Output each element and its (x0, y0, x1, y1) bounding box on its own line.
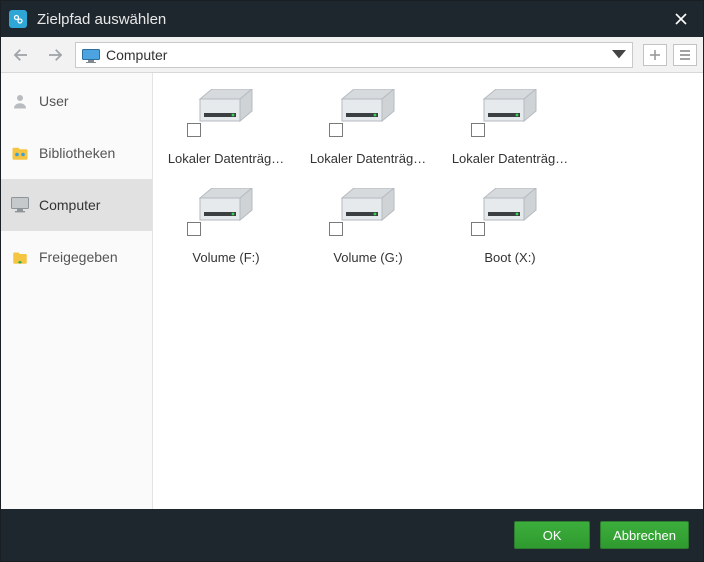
drive-label: Lokaler Datenträg… (452, 151, 568, 166)
close-button[interactable] (659, 1, 703, 37)
library-icon (11, 144, 29, 162)
sidebar-item-user[interactable]: User (1, 75, 152, 127)
forward-button[interactable] (41, 41, 69, 69)
drive-icon (476, 184, 544, 228)
drive-item[interactable]: Boot (X:) (443, 184, 577, 265)
drive-label: Volume (G:) (333, 250, 402, 265)
shared-icon (11, 248, 29, 266)
sidebar-item-computer[interactable]: Computer (1, 179, 152, 231)
drive-item[interactable]: Lokaler Datenträg… (443, 85, 577, 166)
sidebar-item-label: Computer (39, 197, 100, 213)
sidebar-item-label: Freigegeben (39, 249, 118, 265)
drive-checkbox[interactable] (329, 222, 343, 236)
content-area: Lokaler Datenträg… Lokaler Datenträg… Lo… (153, 73, 703, 509)
drive-icon (334, 184, 402, 228)
drive-label: Lokaler Datenträg… (168, 151, 284, 166)
back-button[interactable] (7, 41, 35, 69)
drive-icon (192, 85, 260, 129)
address-bar[interactable]: Computer (75, 42, 633, 68)
sidebar-item-label: User (39, 93, 69, 109)
dialog-window: Zielpfad auswählen Computer (0, 0, 704, 562)
drive-checkbox[interactable] (329, 123, 343, 137)
computer-icon (82, 49, 98, 61)
titlebar: Zielpfad auswählen (1, 1, 703, 37)
drive-icon (192, 184, 260, 228)
drive-icon (476, 85, 544, 129)
drive-checkbox[interactable] (471, 123, 485, 137)
window-title: Zielpfad auswählen (37, 11, 659, 28)
drive-item[interactable]: Volume (F:) (159, 184, 293, 265)
app-icon (9, 10, 27, 28)
drive-grid: Lokaler Datenträg… Lokaler Datenträg… Lo… (159, 85, 697, 265)
sidebar-item-label: Bibliotheken (39, 145, 115, 161)
drive-item[interactable]: Lokaler Datenträg… (301, 85, 435, 166)
dialog-body: User Bibliotheken Computer Freigegeben (1, 73, 703, 509)
view-toggle-button[interactable] (673, 44, 697, 66)
drive-label: Boot (X:) (484, 250, 535, 265)
ok-button[interactable]: OK (514, 521, 590, 549)
new-folder-button[interactable] (643, 44, 667, 66)
cancel-button[interactable]: Abbrechen (600, 521, 689, 549)
drive-label: Volume (F:) (192, 250, 259, 265)
address-dropdown[interactable] (612, 48, 626, 62)
sidebar: User Bibliotheken Computer Freigegeben (1, 73, 153, 509)
drive-label: Lokaler Datenträg… (310, 151, 426, 166)
user-icon (11, 92, 29, 110)
drive-item[interactable]: Volume (G:) (301, 184, 435, 265)
computer-icon (11, 196, 29, 214)
sidebar-item-libraries[interactable]: Bibliotheken (1, 127, 152, 179)
address-text: Computer (106, 47, 604, 63)
drive-checkbox[interactable] (187, 123, 201, 137)
drive-checkbox[interactable] (471, 222, 485, 236)
drive-checkbox[interactable] (187, 222, 201, 236)
sidebar-item-shared[interactable]: Freigegeben (1, 231, 152, 283)
drive-item[interactable]: Lokaler Datenträg… (159, 85, 293, 166)
footer: OK Abbrechen (1, 509, 703, 561)
navbar: Computer (1, 37, 703, 73)
drive-icon (334, 85, 402, 129)
